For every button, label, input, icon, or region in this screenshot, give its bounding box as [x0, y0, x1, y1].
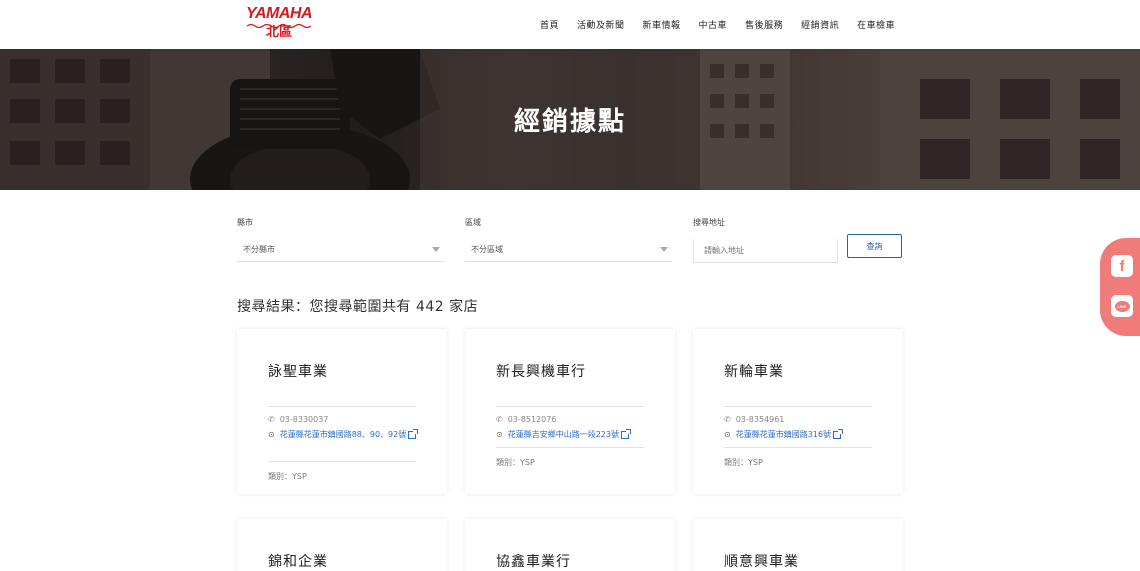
phone-number: 03-8354961 [735, 415, 785, 424]
phone-icon: ✆ [268, 415, 275, 424]
external-link-icon [832, 428, 843, 439]
address-text: 花蓮縣吉安鄉中山路一段223號 [507, 430, 619, 439]
store-card[interactable]: 詠聖車業 ✆ 03-8330037 ⊙ 花蓮縣花蓮市鎮國路88、90、92號 類… [237, 329, 447, 494]
divider [724, 447, 872, 448]
nav-new-models[interactable]: 新車情報 [643, 18, 681, 31]
hero-banner: 經銷據點 [0, 49, 1140, 190]
store-phone: ✆ 03-8330037 [268, 415, 328, 424]
county-selected-value: 不分縣市 [243, 245, 275, 254]
chevron-down-icon [660, 247, 668, 252]
map-pin-icon: ⊙ [724, 430, 731, 439]
external-link-icon [620, 428, 631, 439]
address-text: 花蓮縣花蓮市鎮國路88、90、92號 [279, 430, 407, 439]
store-type: 類別：YSP [724, 458, 763, 467]
divider [724, 406, 872, 407]
map-pin-icon: ⊙ [268, 430, 275, 439]
logo-brand-text: YAMAHA [245, 5, 313, 22]
store-name: 詠聖車業 [268, 364, 328, 380]
site-header: YAMAHA 北區 首頁 活動及新聞 新車情報 中古車 售後服務 經銷資訊 在車… [0, 0, 1140, 49]
line-icon: LINE [1114, 300, 1130, 312]
phone-number: 03-8512076 [507, 415, 557, 424]
line-button[interactable]: LINE [1111, 295, 1133, 317]
external-link-icon [408, 428, 419, 439]
county-select[interactable]: 不分縣市 [237, 238, 444, 262]
nav-used-bikes[interactable]: 中古車 [699, 18, 728, 31]
social-floating-bar: f LINE [1100, 238, 1140, 336]
district-label: 區域 [465, 218, 481, 227]
divider [268, 461, 416, 462]
logo-region-text: 北區 [265, 25, 292, 40]
nav-events-news[interactable]: 活動及新聞 [577, 18, 625, 31]
store-card[interactable]: 新長興機車行 ✆ 03-8512076 ⊙ 花蓮縣吉安鄉中山路一段223號 類別… [465, 329, 675, 494]
county-filter: 縣市 不分縣市 [237, 217, 444, 262]
district-selected-value: 不分區域 [471, 245, 503, 254]
store-type: 類別：YSP [496, 458, 535, 467]
divider [496, 447, 644, 448]
results-summary: 搜尋結果：您搜尋範圍共有 442 家店 [237, 299, 479, 315]
store-name: 協鑫車業行 [496, 554, 571, 570]
store-address-link[interactable]: ⊙ 花蓮縣吉安鄉中山路一段223號 [496, 428, 656, 441]
phone-icon: ✆ [724, 415, 731, 424]
address-label: 搜尋地址 [693, 218, 725, 227]
address-search-input[interactable] [693, 239, 838, 263]
nav-inspection[interactable]: 在車檢車 [857, 18, 895, 31]
store-card[interactable]: 順意興車業 [693, 519, 903, 571]
facebook-icon: f [1119, 257, 1125, 275]
search-button[interactable]: 查詢 [847, 234, 902, 258]
store-phone: ✆ 03-8354961 [724, 415, 784, 424]
address-filter: 搜尋地址 [693, 217, 838, 263]
phone-number: 03-8330037 [279, 415, 329, 424]
store-name: 錦和企業 [268, 554, 328, 570]
store-name: 順意興車業 [724, 554, 799, 570]
nav-after-sales[interactable]: 售後服務 [745, 18, 783, 31]
store-address-link[interactable]: ⊙ 花蓮縣花蓮市鎮國路88、90、92號 [268, 428, 428, 441]
phone-icon: ✆ [496, 415, 503, 424]
chevron-down-icon [432, 247, 440, 252]
store-card[interactable]: 新輪車業 ✆ 03-8354961 ⊙ 花蓮縣花蓮市鎮國路316號 類別：YSP [693, 329, 903, 494]
address-text: 花蓮縣花蓮市鎮國路316號 [735, 430, 831, 439]
page-title: 經銷據點 [513, 107, 626, 137]
divider [268, 406, 416, 407]
divider [496, 406, 644, 407]
county-label: 縣市 [237, 218, 253, 227]
store-name: 新長興機車行 [496, 364, 586, 380]
store-card[interactable]: 錦和企業 [237, 519, 447, 571]
yamaha-logo[interactable]: YAMAHA 北區 [243, 6, 315, 44]
store-type: 類別：YSP [268, 472, 307, 481]
main-nav: 首頁 活動及新聞 新車情報 中古車 售後服務 經銷資訊 在車檢車 [540, 18, 895, 31]
nav-dealer-info[interactable]: 經銷資訊 [801, 18, 839, 31]
nav-home[interactable]: 首頁 [540, 18, 559, 31]
store-phone: ✆ 03-8512076 [496, 415, 556, 424]
store-name: 新輪車業 [724, 364, 784, 380]
facebook-button[interactable]: f [1111, 255, 1133, 277]
district-select[interactable]: 不分區域 [465, 238, 672, 262]
store-address-link[interactable]: ⊙ 花蓮縣花蓮市鎮國路316號 [724, 428, 884, 441]
map-pin-icon: ⊙ [496, 430, 503, 439]
store-card[interactable]: 協鑫車業行 [465, 519, 675, 571]
district-filter: 區域 不分區域 [465, 217, 672, 262]
